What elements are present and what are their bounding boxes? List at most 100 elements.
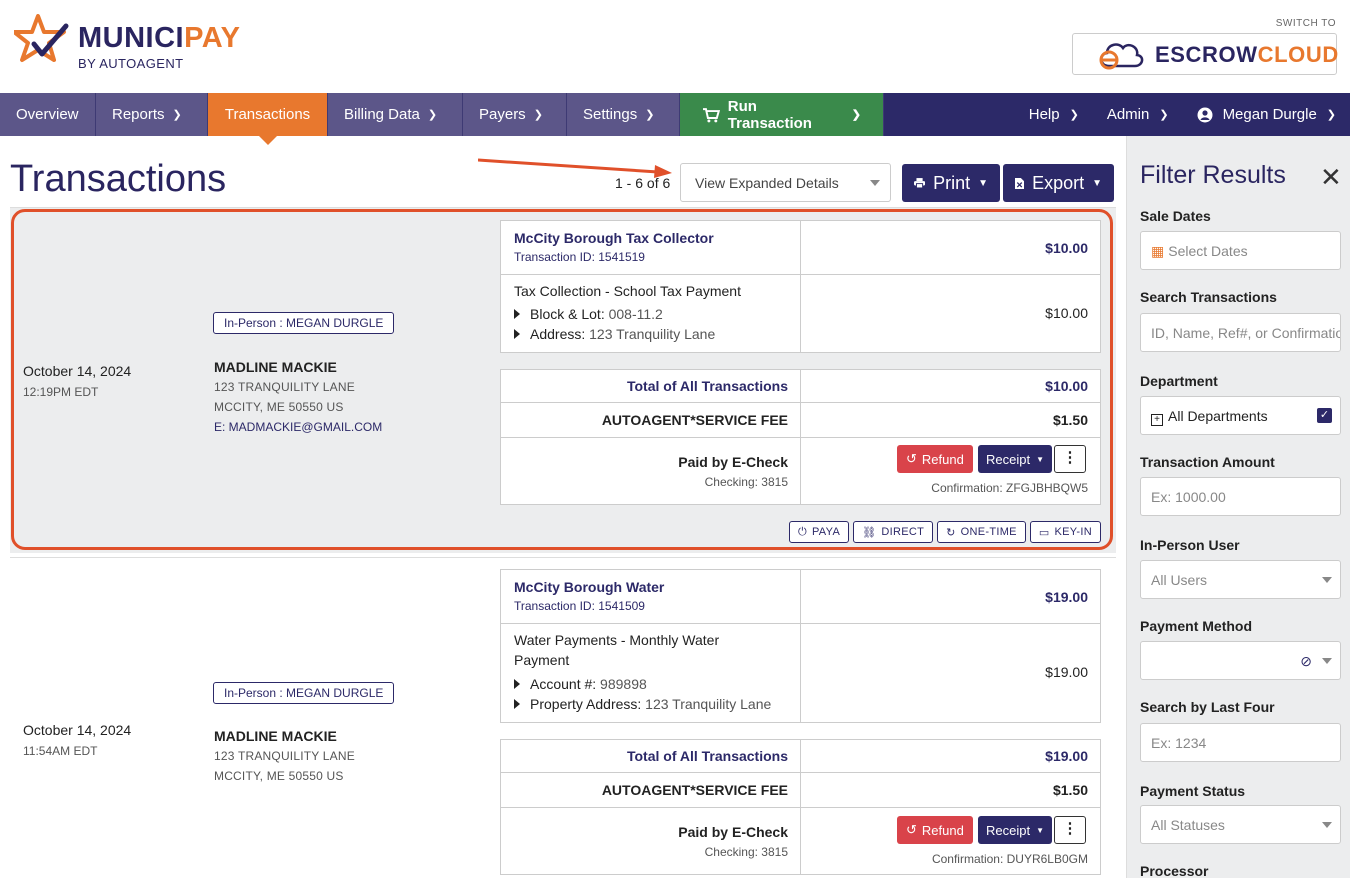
total-label: Total of All Transactions: [626, 748, 788, 764]
transaction-row[interactable]: October 14, 2024 12:19PM EDT In-Person :…: [10, 208, 1116, 553]
close-icon[interactable]: ✕: [1320, 162, 1342, 193]
caret-down-icon: ▼: [1036, 825, 1044, 835]
nav-run-transaction-label: Run Transaction: [727, 97, 812, 132]
view-details-select[interactable]: View Expanded Details: [680, 163, 891, 202]
caret-down-icon: [870, 180, 880, 186]
nav-reports[interactable]: Reports ❯: [96, 93, 208, 136]
ban-icon[interactable]: ⊘: [1300, 653, 1312, 670]
detail-property-address[interactable]: Property Address: 123 Tranquility Lane: [514, 696, 771, 712]
refresh-icon: ↻: [946, 526, 956, 539]
brand-name: MUNICIPAY: [78, 22, 241, 54]
fee-amount: $1.50: [1052, 412, 1088, 428]
detail-account[interactable]: Account #: 989898: [514, 676, 647, 692]
department-amount-cell: $19.00: [801, 570, 1100, 623]
service-name-line2: Payment: [514, 652, 570, 668]
payment-method-select[interactable]: ⊘: [1140, 641, 1341, 680]
payment-status-select[interactable]: All Statuses: [1140, 805, 1341, 844]
caret-down-icon: ▼: [1092, 177, 1102, 189]
nav-overview[interactable]: Overview: [0, 93, 96, 136]
nav-run-transaction[interactable]: Run Transaction ❯: [680, 93, 884, 136]
refund-button[interactable]: ↺ Refund: [897, 445, 973, 473]
more-options-button[interactable]: ⋮: [1054, 445, 1086, 473]
payer-address-line2: MCCITY, ME 50550 US: [214, 400, 344, 414]
main-nav: Overview Reports ❯ Transactions Billing D…: [0, 93, 1350, 145]
municipay-logo[interactable]: MUNICIPAY BY AUTOAGENT: [14, 14, 254, 74]
plus-square-icon: +: [1151, 414, 1163, 426]
fee-label-cell: AUTOAGENT*SERVICE FEE: [501, 773, 801, 807]
tag-key-in: ▭ KEY-IN: [1029, 521, 1101, 543]
undo-icon: ↺: [906, 451, 917, 466]
more-options-button[interactable]: ⋮: [1054, 816, 1086, 844]
service-row: Water Payments - Monthly Water Payment A…: [501, 624, 1100, 722]
service-name-line1: Water Payments - Monthly Water: [514, 632, 720, 648]
app-header: MUNICIPAY BY AUTOAGENT SWITCH TO ESCROWC…: [0, 0, 1350, 93]
receipt-button[interactable]: Receipt ▼: [978, 445, 1052, 473]
payer-address-line2: MCCITY, ME 50550 US: [214, 769, 344, 783]
transaction-amount-label: Transaction Amount: [1140, 454, 1275, 470]
department-name[interactable]: McCity Borough Water: [514, 579, 664, 595]
plug-icon: ⏻: [797, 525, 807, 538]
receipt-button[interactable]: Receipt ▼: [978, 816, 1052, 844]
payment-summary-card: Total of All Transactions $10.00 AUTOAGE…: [500, 369, 1101, 505]
export-button[interactable]: Export ▼: [1003, 164, 1114, 202]
nav-settings[interactable]: Settings ❯: [567, 93, 680, 136]
fee-row: AUTOAGENT*SERVICE FEE $1.50: [501, 773, 1100, 808]
total-row: Total of All Transactions $19.00: [501, 740, 1100, 773]
transaction-id: Transaction ID: 1541509: [514, 599, 645, 613]
chevron-down-icon: ❯: [645, 109, 655, 121]
nav-transactions[interactable]: Transactions: [208, 93, 328, 145]
account-label: Checking: 3815: [704, 475, 788, 489]
brand-subtitle: BY AUTOAGENT: [78, 56, 184, 71]
undo-icon: ↺: [906, 822, 917, 837]
print-button[interactable]: Print ▼: [902, 164, 1000, 202]
tag-one-time: ↻ ONE-TIME: [937, 521, 1026, 543]
payment-row: Paid by E-Check Checking: 3815 ↺ Refund R…: [501, 438, 1100, 504]
nav-user-name: Megan Durgle: [1222, 106, 1317, 123]
service-amount: $19.00: [1045, 664, 1088, 680]
in-person-user-select[interactable]: All Users: [1140, 560, 1341, 599]
chevron-down-icon: ❯: [1069, 109, 1079, 121]
checkbox-checked-icon[interactable]: ✓: [1317, 408, 1332, 423]
nav-help[interactable]: Help ❯: [1015, 93, 1093, 136]
chevron-down-icon: ❯: [1159, 109, 1169, 121]
transaction-row[interactable]: October 14, 2024 11:54AM EDT In-Person :…: [10, 557, 1116, 878]
chevron-down-icon: ❯: [533, 109, 543, 121]
sale-dates-input[interactable]: ▦ Select Dates: [1140, 231, 1341, 270]
department-name[interactable]: McCity Borough Tax Collector: [514, 230, 714, 246]
detail-block-lot[interactable]: Block & Lot: 008-11.2: [514, 306, 663, 322]
detail-address[interactable]: Address: 123 Tranquility Lane: [514, 326, 715, 342]
caret-down-icon: ▼: [978, 177, 988, 189]
sale-dates-label: Sale Dates: [1140, 208, 1211, 224]
payer-email[interactable]: E: MADMACKIE@GMAIL.COM: [214, 420, 382, 434]
nav-billing-data[interactable]: Billing Data ❯: [328, 93, 463, 136]
service-amount-cell: $19.00: [801, 624, 1100, 722]
vertical-ellipsis-icon: ⋮: [1062, 820, 1078, 837]
nav-admin-label: Admin: [1106, 106, 1150, 123]
department-select[interactable]: + All Departments ✓: [1140, 396, 1341, 435]
fee-label: AUTOAGENT*SERVICE FEE: [601, 782, 788, 798]
export-label: Export: [1032, 172, 1085, 193]
total-amount-cell: $19.00: [801, 740, 1100, 772]
department-label: Department: [1140, 373, 1218, 389]
search-transactions-input[interactable]: ID, Name, Ref#, or Confirmation: [1140, 313, 1341, 352]
escrowcloud-switch-button[interactable]: ESCROWCLOUD: [1072, 33, 1338, 75]
cart-icon: [702, 107, 720, 122]
tag-paya: ⏻ PAYA: [788, 521, 850, 543]
department-amount-cell: $10.00: [801, 221, 1100, 274]
nav-admin[interactable]: Admin ❯: [1093, 93, 1183, 136]
transactions-list: October 14, 2024 12:19PM EDT In-Person :…: [10, 207, 1116, 878]
refund-button[interactable]: ↺ Refund: [897, 816, 973, 844]
fee-amount-cell: $1.50: [801, 773, 1100, 807]
printer-icon: [914, 178, 926, 189]
nav-payers[interactable]: Payers ❯: [463, 93, 567, 136]
service-row: Tax Collection - School Tax Payment Bloc…: [501, 275, 1100, 352]
transaction-amount-input[interactable]: Ex: 1000.00: [1140, 477, 1341, 516]
payment-actions-cell: ↺ Refund Receipt ▼ ⋮ Confirmation: ZFGJBHB…: [801, 438, 1100, 504]
transaction-id: Transaction ID: 1541519: [514, 250, 645, 264]
nav-user-menu[interactable]: Megan Durgle ❯: [1183, 93, 1350, 136]
last-four-input[interactable]: Ex: 1234: [1140, 723, 1341, 762]
nav-right-group: Help ❯ Admin ❯ Megan Durgle ❯: [1015, 93, 1350, 136]
star-logo-icon: [14, 14, 69, 62]
service-amount-cell: $10.00: [801, 275, 1100, 352]
transaction-detail-card: McCity Borough Tax Collector Transaction…: [500, 220, 1101, 353]
